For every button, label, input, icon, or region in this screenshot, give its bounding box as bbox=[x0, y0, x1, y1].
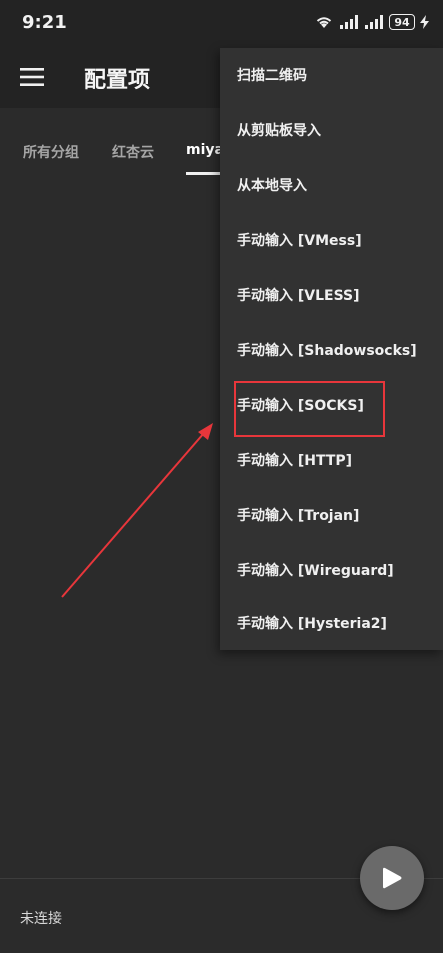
menu-item-shadowsocks[interactable]: 手动输入 [Shadowsocks] bbox=[220, 323, 443, 377]
hamburger-menu-icon[interactable] bbox=[20, 66, 44, 88]
tab-all-groups[interactable]: 所有分组 bbox=[23, 142, 79, 162]
menu-item-import-clipboard[interactable]: 从剪贴板导入 bbox=[220, 103, 443, 157]
menu-item-hysteria2[interactable]: 手动输入 [Hysteria2] bbox=[220, 596, 443, 650]
wifi-icon bbox=[316, 17, 332, 28]
menu-item-trojan[interactable]: 手动输入 [Trojan] bbox=[220, 488, 443, 542]
play-icon bbox=[383, 867, 402, 889]
tab-hongxingyun[interactable]: 红杏云 bbox=[112, 142, 154, 162]
active-tab-indicator bbox=[186, 172, 220, 175]
bolt-icon bbox=[420, 15, 429, 29]
connect-button[interactable] bbox=[360, 846, 424, 910]
menu-item-http[interactable]: 手动输入 [HTTP] bbox=[220, 433, 443, 487]
menu-item-vless[interactable]: 手动输入 [VLESS] bbox=[220, 268, 443, 322]
menu-item-scan-qr[interactable]: 扫描二维码 bbox=[220, 48, 443, 102]
menu-item-vmess[interactable]: 手动输入 [VMess] bbox=[220, 213, 443, 267]
battery-indicator: 94 bbox=[389, 14, 415, 30]
status-icons: 94 bbox=[314, 14, 429, 30]
add-config-menu: 扫描二维码 从剪贴板导入 从本地导入 手动输入 [VMess] 手动输入 [VL… bbox=[220, 48, 443, 650]
annotation-highlight-box bbox=[234, 381, 385, 437]
menu-item-wireguard[interactable]: 手动输入 [Wireguard] bbox=[220, 543, 443, 597]
menu-item-import-local[interactable]: 从本地导入 bbox=[220, 158, 443, 212]
page-title: 配置项 bbox=[84, 68, 151, 93]
signal-icon bbox=[365, 15, 383, 29]
status-time: 9:21 bbox=[22, 12, 67, 33]
connection-status: 未连接 bbox=[20, 911, 62, 927]
status-bar: 9:21 94 bbox=[0, 0, 443, 48]
signal-icon bbox=[340, 15, 358, 29]
tab-miya[interactable]: miya bbox=[186, 142, 224, 158]
